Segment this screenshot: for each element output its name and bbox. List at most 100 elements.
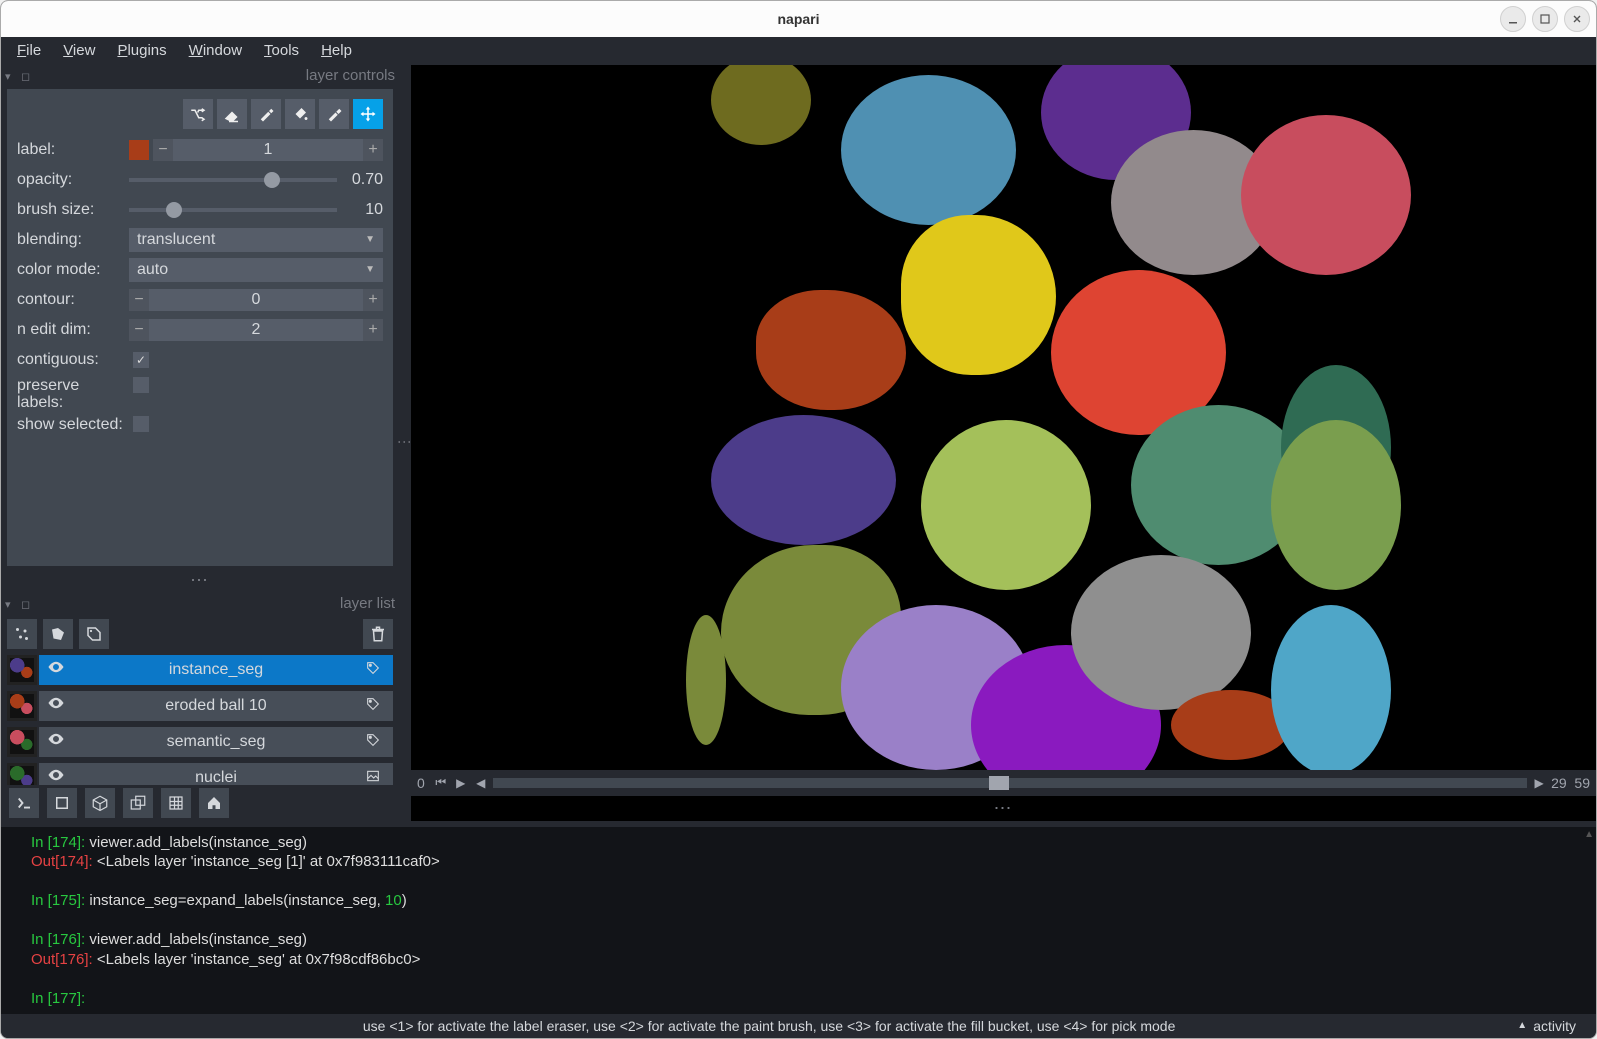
maximize-button[interactable]: [1532, 6, 1558, 32]
preserve-labels-checkbox[interactable]: [133, 377, 149, 393]
layer-controls-panel: label:−1+ opacity:0.70 brush size:10 ble…: [7, 89, 393, 566]
close-panel-icon[interactable]: ◻: [21, 70, 33, 82]
delete-layer-button[interactable]: [363, 619, 393, 649]
home-button[interactable]: [199, 788, 229, 818]
menu-help[interactable]: Help: [321, 42, 352, 59]
label-color-swatch[interactable]: [129, 140, 149, 160]
pan-zoom-button[interactable]: [353, 99, 383, 129]
visibility-toggle[interactable]: [45, 730, 67, 753]
visibility-toggle[interactable]: [45, 766, 67, 785]
dims-slider[interactable]: [493, 778, 1527, 788]
dims-axis-index: 0: [417, 775, 425, 791]
layer-body[interactable]: instance_seg: [39, 655, 393, 685]
menu-file[interactable]: File: [17, 42, 41, 59]
menu-tools[interactable]: Tools: [264, 42, 299, 59]
frame-back-button[interactable]: ⏮: [433, 774, 449, 792]
contour-label: contour:: [17, 291, 129, 309]
layer-list: instance_segeroded ball 10 semantic_segnu…: [7, 653, 393, 785]
label-spinner[interactable]: −1+: [153, 139, 383, 161]
undock-icon[interactable]: ▾: [5, 70, 17, 82]
chevron-down-icon: ▼: [365, 264, 375, 275]
dims-slider-row: 0 ⏮ ▶ ◀ ▶ 29 59: [411, 770, 1596, 796]
console-button[interactable]: [9, 788, 39, 818]
opacity-slider[interactable]: [129, 178, 337, 182]
viewer-canvas[interactable]: [411, 65, 1596, 770]
layer-body[interactable]: nuclei: [39, 763, 393, 785]
new-points-layer-button[interactable]: [7, 619, 37, 649]
ndisplay-2d-button[interactable]: [47, 788, 77, 818]
shuffle-colors-button[interactable]: [183, 99, 213, 129]
menubar: File View Plugins Window Tools Help: [1, 37, 1596, 65]
layer-body[interactable]: semantic_seg: [39, 727, 393, 757]
menu-window[interactable]: Window: [189, 42, 242, 59]
layer-name: instance_seg: [67, 661, 365, 679]
layer-thumbnail: [7, 691, 37, 721]
n-edit-dim-spinner[interactable]: −2+: [129, 319, 383, 341]
activity-button[interactable]: ▲activity: [1517, 1018, 1576, 1034]
dims-max: 59: [1574, 775, 1590, 791]
brush-size-slider[interactable]: [129, 208, 337, 212]
tag-icon: [365, 732, 387, 751]
brush-size-value: 10: [345, 201, 383, 219]
layer-list-header: ▾◻ layer list: [1, 593, 399, 615]
ipython-console[interactable]: ▲ In [174]: viewer.add_labels(instance_s…: [1, 821, 1596, 1014]
opacity-label: opacity:: [17, 171, 129, 189]
chevron-up-icon: ▲: [1517, 1020, 1527, 1031]
opacity-value: 0.70: [345, 171, 383, 189]
layer-name: eroded ball 10: [67, 697, 365, 715]
brush-size-label: brush size:: [17, 201, 129, 219]
show-selected-label: show selected:: [17, 416, 129, 434]
new-labels-layer-button[interactable]: [79, 619, 109, 649]
label-label: label:: [17, 141, 129, 159]
close-button[interactable]: [1564, 6, 1590, 32]
minimize-button[interactable]: [1500, 6, 1526, 32]
play-button[interactable]: ▶: [453, 774, 469, 792]
layer-body[interactable]: eroded ball 10: [39, 691, 393, 721]
contiguous-label: contiguous:: [17, 351, 129, 369]
image-icon: [365, 768, 387, 785]
layer-name: nuclei: [67, 769, 365, 785]
canvas-grip[interactable]: ⋯: [411, 796, 1596, 821]
color-mode-combo[interactable]: auto▼: [129, 258, 383, 282]
titlebar: napari: [1, 1, 1596, 37]
picker-button[interactable]: [319, 99, 349, 129]
roll-dims-button[interactable]: [123, 788, 153, 818]
chevron-down-icon: ▼: [365, 234, 375, 245]
new-shapes-layer-button[interactable]: [43, 619, 73, 649]
viewer-toolbar: [1, 785, 399, 821]
decrement-icon[interactable]: −: [153, 139, 173, 161]
undock-icon[interactable]: ▾: [5, 598, 17, 610]
layer-thumbnail: [7, 727, 37, 757]
increment-icon[interactable]: +: [363, 139, 383, 161]
menu-plugins[interactable]: Plugins: [117, 42, 166, 59]
layer-controls-header: ▾◻ layer controls: [1, 65, 399, 87]
visibility-toggle[interactable]: [45, 694, 67, 717]
increment-icon[interactable]: +: [363, 289, 383, 311]
blending-combo[interactable]: translucent▼: [129, 228, 383, 252]
show-selected-checkbox[interactable]: [133, 416, 149, 432]
grid-button[interactable]: [161, 788, 191, 818]
visibility-toggle[interactable]: [45, 658, 67, 681]
fill-button[interactable]: [285, 99, 315, 129]
layer-row[interactable]: semantic_seg: [7, 725, 393, 759]
contour-spinner[interactable]: −0+: [129, 289, 383, 311]
scroll-up-icon[interactable]: ▲: [1584, 829, 1594, 840]
color-mode-label: color mode:: [17, 261, 129, 279]
ndisplay-3d-button[interactable]: [85, 788, 115, 818]
decrement-icon[interactable]: −: [129, 319, 149, 341]
tag-icon: [365, 696, 387, 715]
close-panel-icon[interactable]: ◻: [21, 598, 33, 610]
menu-view[interactable]: View: [63, 42, 95, 59]
frame-step-fwd-button[interactable]: ▶: [1531, 774, 1547, 792]
layer-row[interactable]: instance_seg: [7, 653, 393, 687]
contiguous-checkbox[interactable]: ✓: [133, 352, 149, 368]
layer-row[interactable]: eroded ball 10: [7, 689, 393, 723]
frame-step-back-button[interactable]: ◀: [473, 774, 489, 792]
dims-current: 29: [1551, 775, 1567, 791]
increment-icon[interactable]: +: [363, 319, 383, 341]
layer-row[interactable]: nuclei: [7, 761, 393, 785]
paint-button[interactable]: [251, 99, 281, 129]
eraser-button[interactable]: [217, 99, 247, 129]
panel-grip[interactable]: ⋯: [1, 568, 399, 593]
decrement-icon[interactable]: −: [129, 289, 149, 311]
